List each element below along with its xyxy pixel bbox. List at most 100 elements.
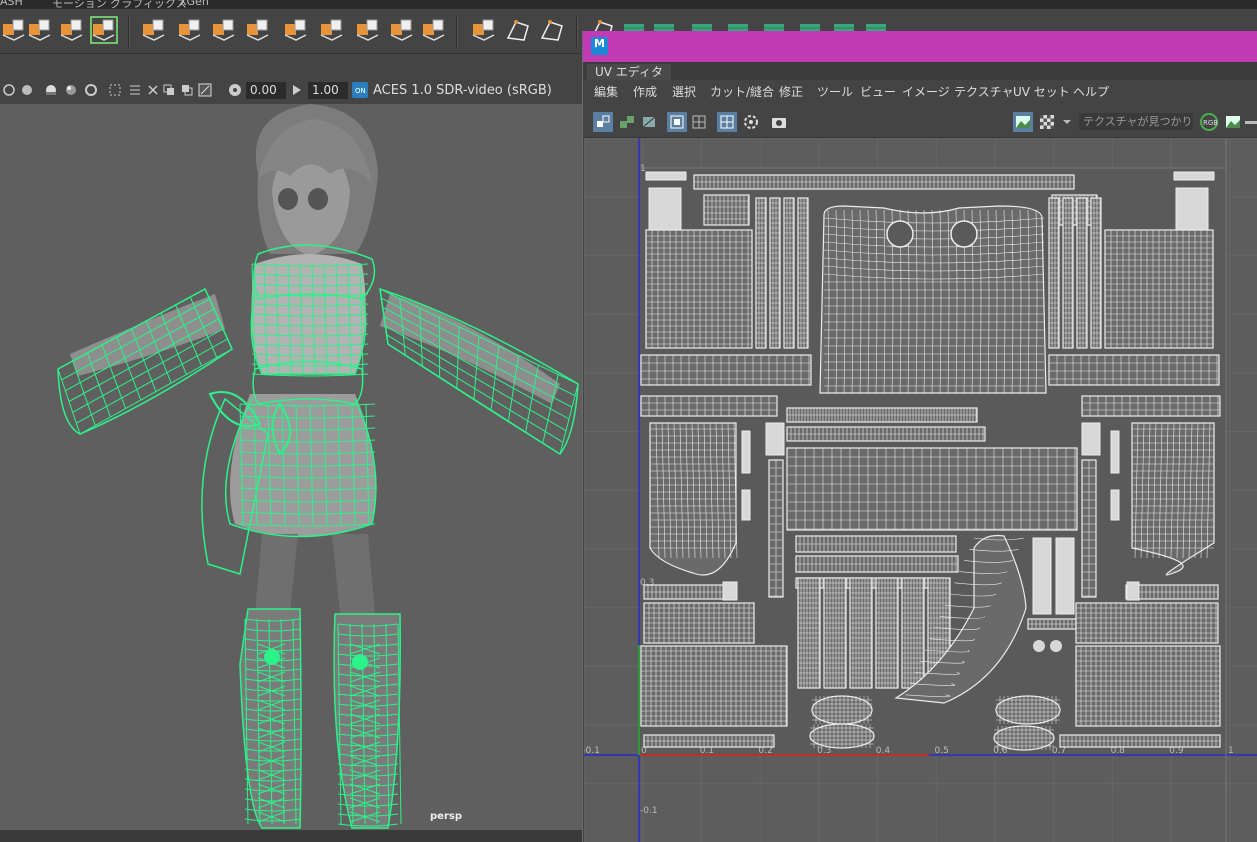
uv-select-icon[interactable]	[593, 112, 613, 132]
uv-shell-select-icon[interactable]	[617, 112, 637, 132]
display-checker-icon[interactable]	[667, 112, 687, 132]
target-weld-icon[interactable]	[282, 16, 310, 44]
uv-shell[interactable]	[1090, 197, 1102, 349]
bridge-icon[interactable]	[210, 16, 238, 44]
uv-shell-left-sleeve[interactable]	[649, 422, 738, 576]
character-model[interactable]	[0, 104, 582, 830]
menu-textures[interactable]: テクスチャ	[954, 83, 1014, 100]
uv-editor-window[interactable]: M UV エディタ 編集 作成 選択 カット/縫合 修正 ツール ビュー イメー…	[582, 31, 1257, 842]
uv-shell[interactable]	[1126, 581, 1140, 601]
rotate-uv-selected-icon[interactable]	[90, 16, 118, 44]
uv-shell[interactable]	[849, 577, 873, 689]
uv-shell[interactable]	[1175, 187, 1209, 231]
grid-display-icon[interactable]	[717, 112, 737, 132]
exposure-field[interactable]: 0.00	[246, 82, 286, 99]
uv-shell[interactable]	[795, 535, 957, 553]
lighting-icon[interactable]	[64, 83, 78, 97]
grid-toggle-icon[interactable]	[198, 83, 212, 97]
uv-shell[interactable]	[648, 187, 682, 231]
smooth-shade-icon[interactable]	[44, 83, 58, 97]
uv-shell[interactable]	[640, 645, 788, 727]
shelf-tab-xgen[interactable]: XGen	[179, 0, 209, 8]
uv-shell[interactable]	[640, 354, 812, 386]
mirror-icon[interactable]	[504, 16, 532, 44]
menu-image[interactable]: イメージ	[902, 83, 950, 100]
uv-shell[interactable]	[1055, 537, 1075, 615]
uv-shell-sole[interactable]	[993, 725, 1055, 751]
shadows-icon[interactable]	[84, 83, 98, 97]
anti-alias-icon[interactable]	[146, 83, 160, 97]
pixel-snap-icon[interactable]	[741, 112, 761, 132]
display-image-icon[interactable]	[1013, 112, 1033, 132]
uv-shell[interactable]	[786, 407, 978, 423]
texture-select-field[interactable]: テクスチャが見つかり…	[1079, 113, 1193, 130]
uv-shell[interactable]	[741, 430, 751, 474]
uv-shell[interactable]	[640, 395, 778, 417]
uv-shell[interactable]	[645, 171, 687, 181]
uv-shell[interactable]	[795, 555, 959, 573]
uv-shell-sole[interactable]	[809, 723, 875, 749]
uv-shell[interactable]	[1125, 584, 1219, 600]
gamma-icon[interactable]	[290, 83, 304, 97]
uv-shell-left-panel[interactable]	[645, 229, 753, 349]
insert-edgeloop-icon[interactable]	[354, 16, 382, 44]
shelf-tab-motion-graphics[interactable]: モーション グラフィックス	[52, 0, 187, 9]
shelf-tab-mash[interactable]: ASH	[0, 0, 23, 8]
uv-shell-right-panel[interactable]	[1104, 229, 1214, 349]
checker-pattern-icon[interactable]	[1037, 112, 1057, 132]
uv-shell[interactable]	[901, 577, 925, 689]
chevron-down-icon[interactable]	[1061, 112, 1073, 132]
menu-edit[interactable]: 編集	[594, 83, 618, 100]
toolbar-overflow-handle[interactable]	[1245, 121, 1257, 124]
display-distortion-icon[interactable]	[689, 112, 709, 132]
uv-shell[interactable]	[1075, 602, 1219, 644]
isolate-select-icon[interactable]	[162, 83, 176, 97]
menu-view[interactable]: ビュー	[860, 83, 896, 100]
menu-help[interactable]: ヘルプ	[1073, 83, 1109, 100]
uv-shell[interactable]	[755, 197, 767, 349]
uv-shell[interactable]	[703, 194, 750, 226]
menu-select[interactable]: 選択	[672, 83, 696, 100]
uv-shell[interactable]	[1048, 197, 1060, 349]
create-curve-icon[interactable]	[538, 16, 566, 44]
image-view-icon[interactable]	[1223, 112, 1243, 132]
uv-shell[interactable]	[741, 489, 751, 521]
uv-shell[interactable]	[643, 734, 775, 748]
exposure-icon[interactable]	[228, 83, 242, 97]
menu-modify[interactable]: 修正	[779, 83, 803, 100]
uv-editor-titlebar[interactable]: M	[583, 31, 1257, 62]
gamma-field[interactable]: 1.00	[308, 82, 348, 99]
uv-shell[interactable]	[823, 577, 847, 689]
uv-shell[interactable]	[797, 577, 821, 689]
camera-attr-icon[interactable]	[2, 83, 16, 97]
uv-shell[interactable]	[1081, 459, 1097, 598]
uv-shell[interactable]	[1110, 430, 1120, 474]
tab-uv-editor[interactable]: UV エディタ	[587, 64, 671, 80]
uv-shell-back-panel[interactable]	[819, 205, 1047, 394]
uv-move-icon[interactable]	[639, 112, 659, 132]
uv-canvas[interactable]: -0.1 0 0.1 0.2 0.3 0.4 0.5 0.6 0.7 0.8 0.9 1 1 0.3 -0.…	[584, 138, 1257, 842]
merge-icon[interactable]	[244, 16, 272, 44]
motion-blur-icon[interactable]	[128, 83, 142, 97]
uv-shell[interactable]	[783, 197, 795, 349]
uv-shell[interactable]	[1032, 537, 1052, 615]
uv-shell[interactable]	[786, 426, 986, 442]
uv-shell[interactable]	[1173, 171, 1215, 181]
uv-shell[interactable]	[643, 602, 755, 644]
uv-shell[interactable]	[769, 197, 781, 349]
rotate-uv-icon[interactable]	[58, 16, 86, 44]
menu-uv-sets[interactable]: UV セット	[1013, 83, 1070, 100]
snapshot-icon[interactable]	[769, 112, 789, 132]
uv-shell[interactable]	[1075, 645, 1221, 727]
separate-icon[interactable]	[420, 16, 448, 44]
uv-shell[interactable]	[1062, 197, 1074, 349]
poly-plane-icon[interactable]	[26, 16, 54, 44]
uv-shell[interactable]	[1076, 197, 1088, 349]
uv-shells[interactable]	[640, 171, 1221, 751]
bevel-icon[interactable]	[176, 16, 204, 44]
menu-cut-sew[interactable]: カット/縫合	[710, 83, 774, 100]
smooth-icon[interactable]	[470, 16, 498, 44]
uv-shell[interactable]	[1081, 395, 1221, 417]
uv-shell[interactable]	[875, 577, 899, 689]
multi-cut-icon[interactable]	[318, 16, 346, 44]
